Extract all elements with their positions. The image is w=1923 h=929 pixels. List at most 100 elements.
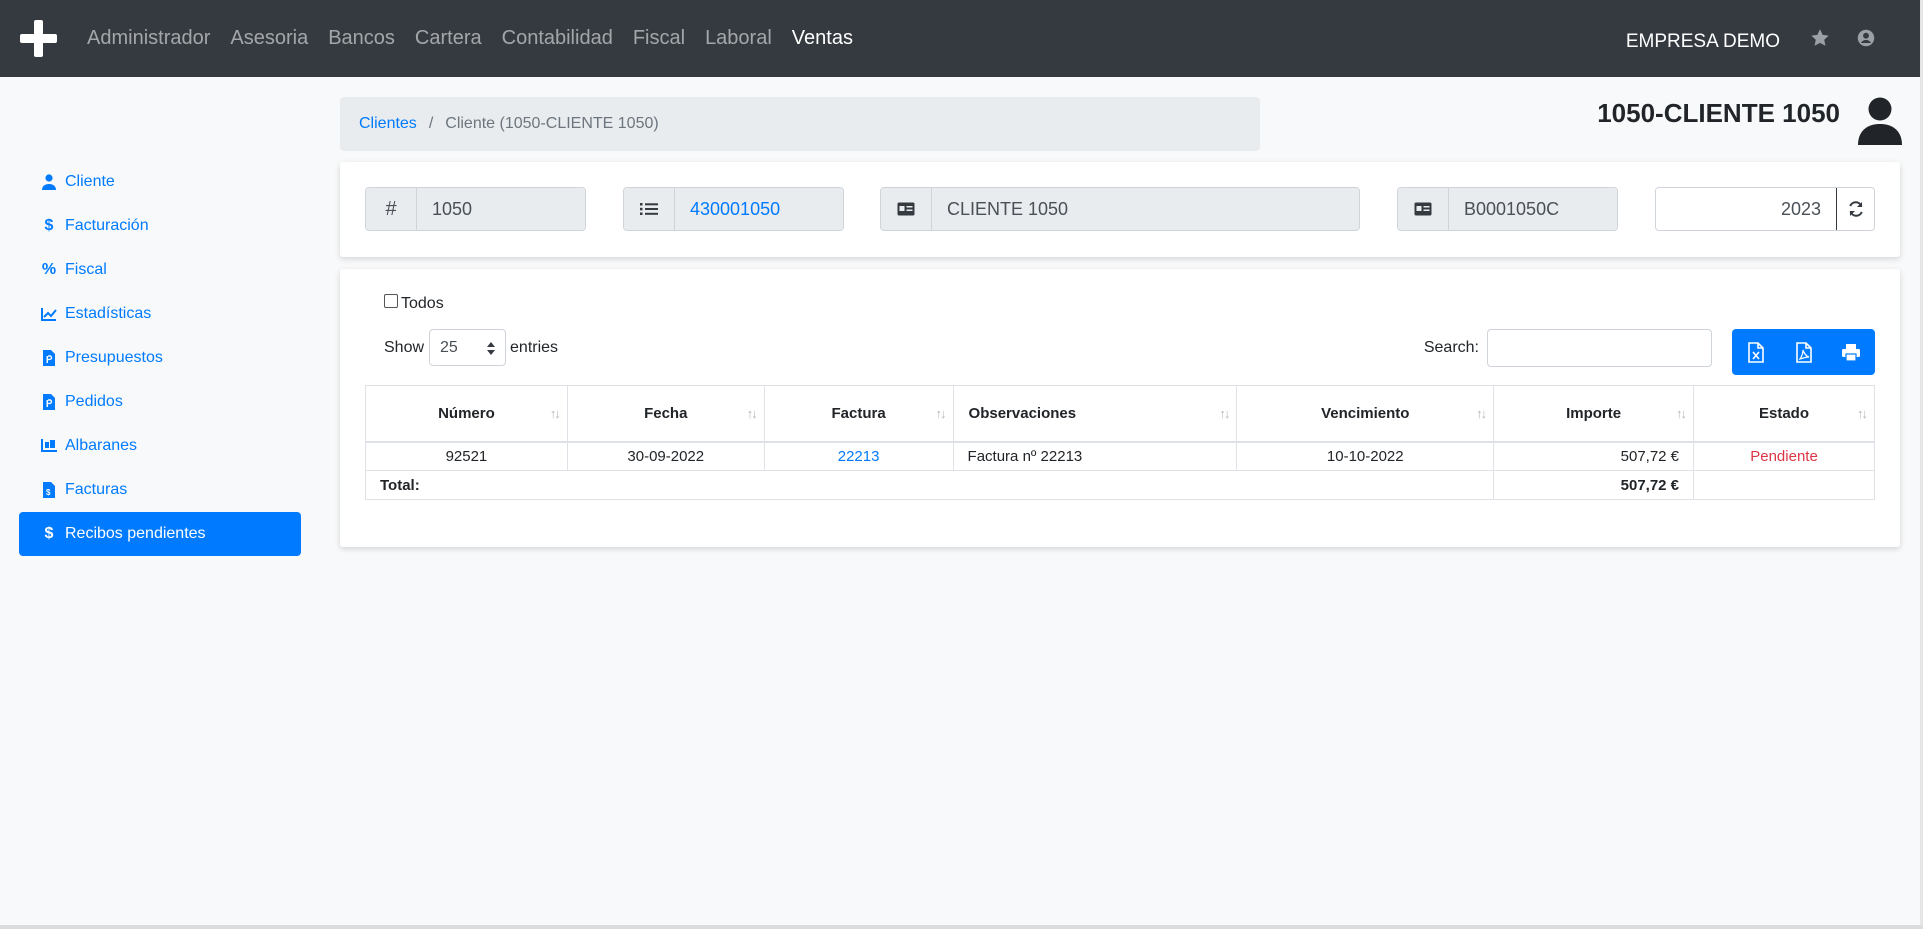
client-cif-field[interactable]: B0001050C (1449, 188, 1617, 230)
file-excel-icon (1748, 341, 1764, 363)
year-input[interactable]: 2023 (1656, 188, 1836, 230)
brand-plus-logo-icon[interactable] (20, 20, 57, 57)
nav-item-ventas[interactable]: Ventas (792, 27, 853, 50)
percent-icon: % (41, 261, 57, 278)
export-pdf-button[interactable] (1780, 329, 1828, 375)
sidebar-item-label: Recibos pendientes (65, 525, 206, 542)
sidebar-item-estadisticas[interactable]: Estadísticas (19, 292, 301, 336)
id-card-icon (881, 188, 932, 230)
sidebar-item-facturas[interactable]: $ Facturas (19, 468, 301, 512)
sidebar-item-pedidos[interactable]: Pedidos (19, 380, 301, 424)
print-button[interactable] (1827, 329, 1875, 375)
cell-estado: Pendiente (1693, 441, 1875, 471)
client-code-field[interactable]: 1050 (417, 188, 585, 230)
user-circle-icon[interactable] (1855, 27, 1877, 49)
sidebar-item-cliente[interactable]: Cliente (19, 160, 301, 204)
chart-line-icon (41, 306, 57, 322)
refresh-button[interactable] (1836, 188, 1874, 230)
table-row: 92521 30-09-2022 22213 Factura nº 22213 … (365, 441, 1875, 471)
cell-factura-link[interactable]: 22213 (763, 441, 954, 471)
cell-importe: 507,72 € (1493, 441, 1695, 471)
cell-numero: 92521 (365, 441, 568, 471)
page-title: 1050-CLIENTE 1050 (1597, 98, 1840, 128)
star-icon[interactable] (1809, 27, 1831, 49)
file-invoice-icon: $ (41, 482, 57, 498)
sidebar-item-label: Facturas (65, 481, 128, 498)
cell-observaciones: Factura nº 22213 (952, 441, 1238, 471)
print-icon (1842, 343, 1861, 362)
receipts-table: Número ↑↓ Fecha ↑↓ Factura ↑↓ Observaciones… (364, 385, 1875, 500)
sort-caret-icon (487, 342, 496, 355)
nav-item-fiscal[interactable]: Fiscal (633, 27, 685, 50)
file-pdf-icon (1795, 341, 1812, 363)
col-header-fecha[interactable]: Fecha ↑↓ (566, 385, 765, 443)
client-account-group: 430001050 (623, 187, 844, 231)
breadcrumb-separator: / (428, 115, 434, 132)
table-total-row: Total: 507,72 € (364, 470, 1875, 500)
sidebar: Cliente $ Facturación % Fiscal Estadísti… (19, 160, 301, 556)
sidebar-item-fiscal[interactable]: % Fiscal (19, 248, 301, 292)
list-icon (624, 188, 675, 230)
col-header-vencimiento[interactable]: Vencimiento ↑↓ (1236, 385, 1495, 443)
total-empty-cell (1693, 470, 1875, 500)
show-label: Show (384, 338, 425, 356)
col-header-numero[interactable]: Número ↑↓ (365, 385, 568, 443)
sidebar-item-presupuestos[interactable]: Presupuestos (19, 336, 301, 380)
client-code-group: # 1050 (365, 187, 586, 231)
user-icon (41, 174, 57, 190)
nav-item-asesoria[interactable]: Asesoria (230, 27, 308, 50)
file-p-icon (41, 394, 57, 410)
total-label: Total: (364, 470, 1495, 500)
sidebar-item-label: Albaranes (65, 437, 138, 454)
breadcrumb: Clientes / Cliente (1050-CLIENTE 1050) (340, 97, 1260, 151)
receipts-card: Todos Show 25 entries Search: Número ↑↓ F… (340, 269, 1900, 547)
page-length-control: Show 25 entries (384, 329, 558, 366)
nav-item-cartera[interactable]: Cartera (415, 27, 482, 50)
client-cif-group: B0001050C (1397, 187, 1618, 231)
client-name-field[interactable]: CLIENTE 1050 (932, 188, 1359, 230)
total-value: 507,72 € (1493, 470, 1695, 500)
nav-item-administrador[interactable]: Administrador (87, 27, 210, 50)
page-length-select[interactable]: 25 (429, 329, 507, 366)
sidebar-item-label: Presupuestos (65, 349, 163, 366)
user-avatar-icon (1858, 97, 1902, 145)
nav-item-bancos[interactable]: Bancos (328, 27, 395, 50)
dollar-icon: $ (44, 217, 54, 234)
window-bottom-edge (0, 925, 1923, 929)
nav-item-laboral[interactable]: Laboral (705, 27, 772, 50)
search-input[interactable] (1487, 329, 1712, 367)
entries-label: entries (510, 338, 559, 356)
breadcrumb-link-clientes[interactable]: Clientes (359, 115, 417, 133)
search-label: Search: (1423, 339, 1479, 356)
col-header-factura[interactable]: Factura ↑↓ (763, 385, 954, 443)
main-nav: Administrador Asesoria Bancos Cartera Co… (87, 0, 873, 77)
col-header-observaciones[interactable]: Observaciones ↑↓ (952, 385, 1238, 443)
cell-fecha: 30-09-2022 (566, 441, 765, 471)
sidebar-item-recibos-pendientes[interactable]: $ Recibos pendientes (19, 512, 301, 556)
sidebar-item-albaranes[interactable]: Albaranes (19, 424, 301, 468)
id-card-icon (1398, 188, 1449, 230)
file-p-icon (41, 350, 57, 366)
client-name-group: CLIENTE 1050 (880, 187, 1360, 231)
client-account-link[interactable]: 430001050 (675, 188, 843, 230)
todos-checkbox[interactable] (384, 294, 398, 308)
col-header-importe[interactable]: Importe ↑↓ (1493, 385, 1695, 443)
todos-label: Todos (401, 295, 444, 312)
export-excel-button[interactable] (1732, 329, 1780, 375)
dollar-icon: $ (44, 525, 54, 542)
cell-vencimiento: 10-10-2022 (1236, 441, 1495, 471)
sidebar-item-label: Fiscal (65, 261, 107, 278)
todos-checkbox-wrap[interactable]: Todos (384, 294, 444, 313)
truck-loading-icon (41, 438, 57, 454)
svg-text:$: $ (46, 488, 51, 497)
page-length-value: 25 (440, 338, 458, 356)
col-header-estado[interactable]: Estado ↑↓ (1693, 385, 1875, 443)
nav-item-contabilidad[interactable]: Contabilidad (502, 27, 613, 50)
year-group: 2023 (1655, 187, 1875, 231)
company-name[interactable]: EMPRESA DEMO (1626, 31, 1780, 53)
sidebar-item-label: Facturación (65, 217, 149, 234)
hash-icon: # (366, 188, 417, 230)
refresh-icon (1848, 201, 1863, 217)
sidebar-item-facturacion[interactable]: $ Facturación (19, 204, 301, 248)
top-navbar: Administrador Asesoria Bancos Cartera Co… (0, 0, 1923, 77)
